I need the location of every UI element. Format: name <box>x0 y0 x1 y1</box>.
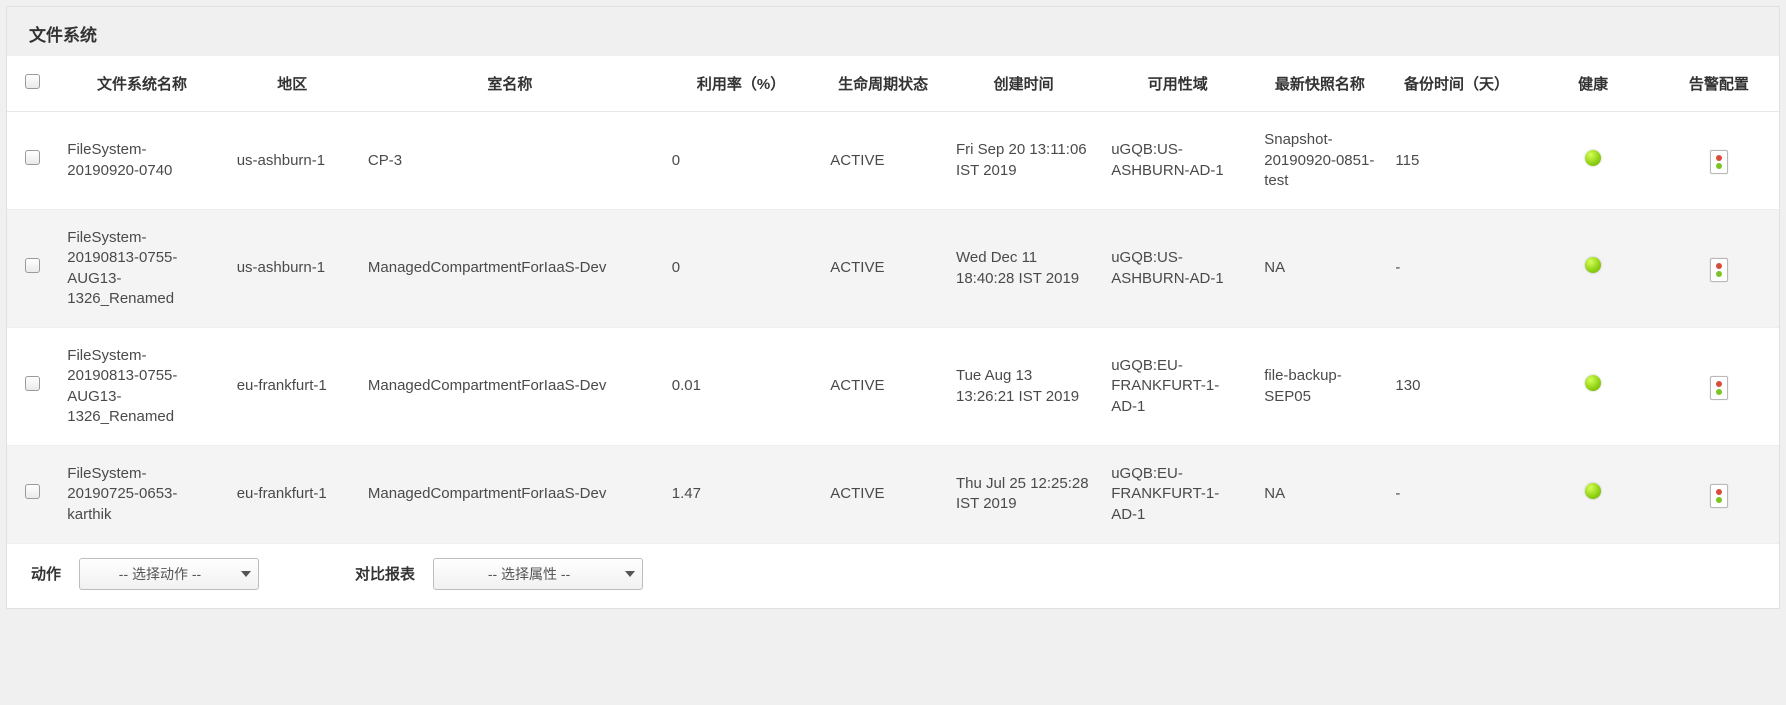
cell-ad: uGQB:EU-FRANKFURT-1-AD-1 <box>1101 446 1254 544</box>
cell-created: Thu Jul 25 12:25:28 IST 2019 <box>946 446 1101 544</box>
cell-health <box>1528 210 1659 328</box>
traffic-green-dot <box>1716 271 1722 277</box>
cell-snapshot: NA <box>1254 210 1385 328</box>
cell-region: us-ashburn-1 <box>227 210 358 328</box>
cell-lifecycle: ACTIVE <box>820 210 946 328</box>
col-header-snapshot[interactable]: 最新快照名称 <box>1254 56 1385 112</box>
alert-config-icon[interactable] <box>1710 150 1728 174</box>
compare-label: 对比报表 <box>355 563 415 584</box>
col-header-ad[interactable]: 可用性域 <box>1101 56 1254 112</box>
cell-snapshot: file-backup-SEP05 <box>1254 328 1385 446</box>
traffic-red-dot <box>1716 381 1722 387</box>
footer-bar: 动作 -- 选择动作 -- 对比报表 -- 选择属性 -- <box>7 544 1779 608</box>
cell-region: eu-frankfurt-1 <box>227 328 358 446</box>
row-checkbox-cell[interactable] <box>7 112 57 210</box>
col-header-created[interactable]: 创建时间 <box>946 56 1101 112</box>
row-checkbox-cell[interactable] <box>7 328 57 446</box>
col-header-lifecycle[interactable]: 生命周期状态 <box>820 56 946 112</box>
col-header-region[interactable]: 地区 <box>227 56 358 112</box>
traffic-green-dot <box>1716 497 1722 503</box>
cell-ad: uGQB:US-ASHBURN-AD-1 <box>1101 210 1254 328</box>
cell-name[interactable]: FileSystem-20190813-0755-AUG13-1326_Rena… <box>57 210 226 328</box>
traffic-red-dot <box>1716 263 1722 269</box>
col-header-name[interactable]: 文件系统名称 <box>57 56 226 112</box>
cell-utilization: 0 <box>662 112 821 210</box>
select-all-checkbox[interactable] <box>25 74 40 89</box>
cell-snapshot: Snapshot-20190920-0851-test <box>1254 112 1385 210</box>
cell-name[interactable]: FileSystem-20190725-0653-karthik <box>57 446 226 544</box>
col-header-backup-age[interactable]: 备份时间（天） <box>1385 56 1527 112</box>
table-header-row: 文件系统名称 地区 室名称 利用率（%） 生命周期状态 创建时间 可用性域 最新… <box>7 56 1779 112</box>
col-header-checkbox[interactable] <box>7 56 57 112</box>
cell-backup-age: - <box>1385 210 1527 328</box>
cell-compartment: ManagedCompartmentForIaaS-Dev <box>358 446 662 544</box>
cell-utilization: 0.01 <box>662 328 821 446</box>
traffic-green-dot <box>1716 163 1722 169</box>
cell-compartment: ManagedCompartmentForIaaS-Dev <box>358 210 662 328</box>
row-checkbox[interactable] <box>25 484 40 499</box>
cell-alert[interactable] <box>1659 446 1779 544</box>
action-select[interactable]: -- 选择动作 -- <box>79 558 259 590</box>
traffic-red-dot <box>1716 489 1722 495</box>
action-select-wrap[interactable]: -- 选择动作 -- <box>79 558 259 590</box>
cell-compartment: CP-3 <box>358 112 662 210</box>
col-header-health[interactable]: 健康 <box>1528 56 1659 112</box>
row-checkbox[interactable] <box>25 150 40 165</box>
row-checkbox-cell[interactable] <box>7 210 57 328</box>
action-label: 动作 <box>31 563 61 584</box>
health-status-icon <box>1585 150 1601 166</box>
table-row[interactable]: FileSystem-20190725-0653-karthikeu-frank… <box>7 446 1779 544</box>
cell-ad: uGQB:EU-FRANKFURT-1-AD-1 <box>1101 328 1254 446</box>
health-status-icon <box>1585 257 1601 273</box>
compare-select-wrap[interactable]: -- 选择属性 -- <box>433 558 643 590</box>
cell-region: eu-frankfurt-1 <box>227 446 358 544</box>
cell-lifecycle: ACTIVE <box>820 328 946 446</box>
cell-alert[interactable] <box>1659 112 1779 210</box>
col-header-utilization[interactable]: 利用率（%） <box>662 56 821 112</box>
cell-lifecycle: ACTIVE <box>820 446 946 544</box>
cell-created: Wed Dec 11 18:40:28 IST 2019 <box>946 210 1101 328</box>
alert-config-icon[interactable] <box>1710 258 1728 282</box>
cell-name[interactable]: FileSystem-20190920-0740 <box>57 112 226 210</box>
panel-title: 文件系统 <box>7 7 1779 56</box>
cell-utilization: 1.47 <box>662 446 821 544</box>
cell-alert[interactable] <box>1659 328 1779 446</box>
cell-alert[interactable] <box>1659 210 1779 328</box>
row-checkbox-cell[interactable] <box>7 446 57 544</box>
cell-utilization: 0 <box>662 210 821 328</box>
health-status-icon <box>1585 375 1601 391</box>
cell-compartment: ManagedCompartmentForIaaS-Dev <box>358 328 662 446</box>
cell-snapshot: NA <box>1254 446 1385 544</box>
file-systems-panel: 文件系统 文件系统名称 地区 室名称 利用率（%） 生命周期状态 创建时间 可用… <box>6 6 1780 609</box>
cell-backup-age: - <box>1385 446 1527 544</box>
cell-region: us-ashburn-1 <box>227 112 358 210</box>
row-checkbox[interactable] <box>25 258 40 273</box>
cell-health <box>1528 446 1659 544</box>
row-checkbox[interactable] <box>25 376 40 391</box>
traffic-red-dot <box>1716 155 1722 161</box>
health-status-icon <box>1585 483 1601 499</box>
cell-backup-age: 130 <box>1385 328 1527 446</box>
col-header-alert[interactable]: 告警配置 <box>1659 56 1779 112</box>
alert-config-icon[interactable] <box>1710 376 1728 400</box>
compare-select[interactable]: -- 选择属性 -- <box>433 558 643 590</box>
table-row[interactable]: FileSystem-20190813-0755-AUG13-1326_Rena… <box>7 210 1779 328</box>
file-systems-table: 文件系统名称 地区 室名称 利用率（%） 生命周期状态 创建时间 可用性域 最新… <box>7 56 1779 544</box>
traffic-green-dot <box>1716 389 1722 395</box>
cell-health <box>1528 328 1659 446</box>
cell-name[interactable]: FileSystem-20190813-0755-AUG13-1326_Rena… <box>57 328 226 446</box>
alert-config-icon[interactable] <box>1710 484 1728 508</box>
table-row[interactable]: FileSystem-20190813-0755-AUG13-1326_Rena… <box>7 328 1779 446</box>
table-row[interactable]: FileSystem-20190920-0740us-ashburn-1CP-3… <box>7 112 1779 210</box>
col-header-compartment[interactable]: 室名称 <box>358 56 662 112</box>
cell-created: Tue Aug 13 13:26:21 IST 2019 <box>946 328 1101 446</box>
cell-ad: uGQB:US-ASHBURN-AD-1 <box>1101 112 1254 210</box>
cell-lifecycle: ACTIVE <box>820 112 946 210</box>
cell-backup-age: 115 <box>1385 112 1527 210</box>
cell-created: Fri Sep 20 13:11:06 IST 2019 <box>946 112 1101 210</box>
cell-health <box>1528 112 1659 210</box>
